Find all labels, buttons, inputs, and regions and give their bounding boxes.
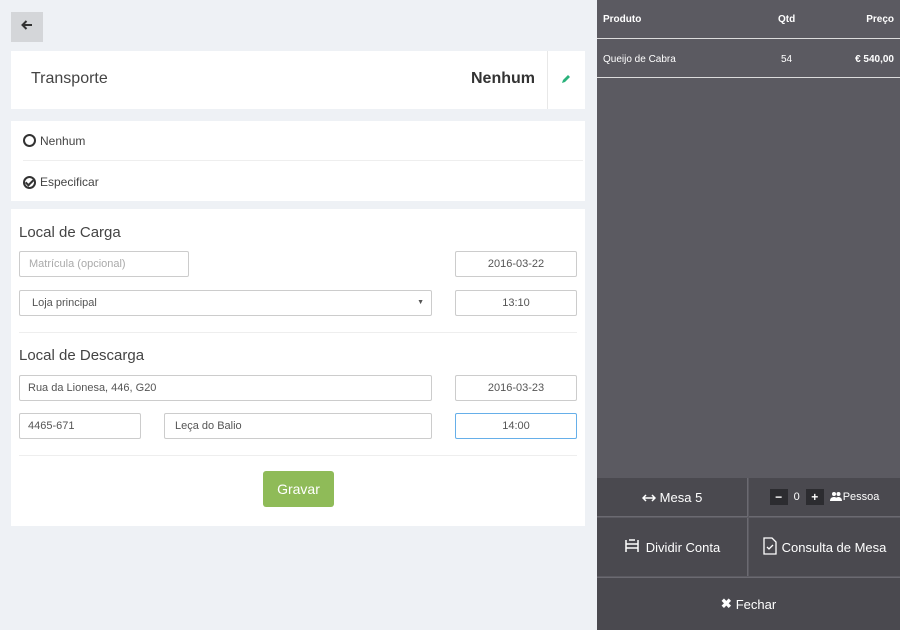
unloading-date-input[interactable]: 2016-03-23 [455,375,577,401]
decrease-people-button[interactable]: − [769,489,788,505]
close-icon: ✖ [720,596,732,611]
back-button[interactable] [11,12,43,42]
radio-unchecked-icon [23,134,36,147]
table-label: Mesa 5 [659,489,703,505]
loading-date-input[interactable]: 2016-03-22 [455,251,577,277]
transport-form: Local de Carga Matrícula (opcional) 2016… [11,209,585,526]
consult-table-button[interactable]: Consulta de Mesa [749,518,900,576]
option-specify[interactable]: Especificar [23,162,583,202]
postal-code-input[interactable]: 4465-671 [19,413,141,439]
edit-transport-button[interactable] [547,51,585,109]
increase-people-button[interactable]: + [805,489,824,505]
transport-title: Transporte [31,70,108,87]
unloading-section-title: Local de Descarga [19,347,145,364]
form-divider [19,455,577,456]
row-product: Queijo de Cabra [603,54,676,65]
chevron-down-icon: ▼ [417,299,424,306]
radio-checked-icon [23,175,36,189]
table-row[interactable]: Queijo de Cabra 54 € 540,00 [597,40,900,78]
transport-card: Transporte Nenhum [11,51,585,109]
pencil-icon [561,71,572,89]
loading-location-select[interactable]: Loja principal ▼ [19,290,432,316]
save-button[interactable]: Gravar [263,471,334,507]
split-icon [624,538,640,557]
close-button[interactable]: ✖ Fechar [597,577,900,630]
row-qty: 54 [781,54,793,65]
address-input[interactable]: Rua da Lionesa, 446, G20 [19,375,432,401]
consult-label: Consulta de Mesa [781,539,887,555]
option-none-label: Nenhum [40,133,86,148]
unloading-time-input[interactable]: 14:00 [455,413,577,439]
arrow-left-icon [21,18,33,36]
row-price: € 540,00 [855,54,894,65]
loading-location-value: Loja principal [32,297,97,309]
product-column-header: Produto [603,14,642,25]
people-stepper: − 0 + Pessoa [749,478,900,517]
arrows-horizontal-icon [641,490,656,505]
order-panel: Produto Qtd Preço Queijo de Cabra 54 € 5… [597,0,900,630]
split-bill-button[interactable]: Dividir Conta [597,518,748,576]
users-icon [829,491,842,504]
city-input[interactable]: Leça do Balio [164,413,432,439]
loading-section-title: Local de Carga [19,224,121,241]
change-table-button[interactable]: Mesa 5 [597,478,748,517]
option-specify-label: Especificar [40,175,99,189]
section-divider [19,332,577,333]
transport-value: Nenhum [471,70,535,87]
close-label: Fechar [735,596,777,612]
people-label: Pessoa [842,491,880,503]
people-count: 0 [793,491,800,503]
split-label: Dividir Conta [645,539,721,555]
transport-options: Nenhum Especificar [11,121,585,201]
price-column-header: Preço [866,14,894,25]
option-none[interactable]: Nenhum [23,121,583,161]
document-icon [762,536,777,558]
qty-column-header: Qtd [778,14,796,25]
loading-time-input[interactable]: 13:10 [455,290,577,316]
order-table-header: Produto Qtd Preço [597,0,900,39]
plate-input[interactable]: Matrícula (opcional) [19,251,189,277]
